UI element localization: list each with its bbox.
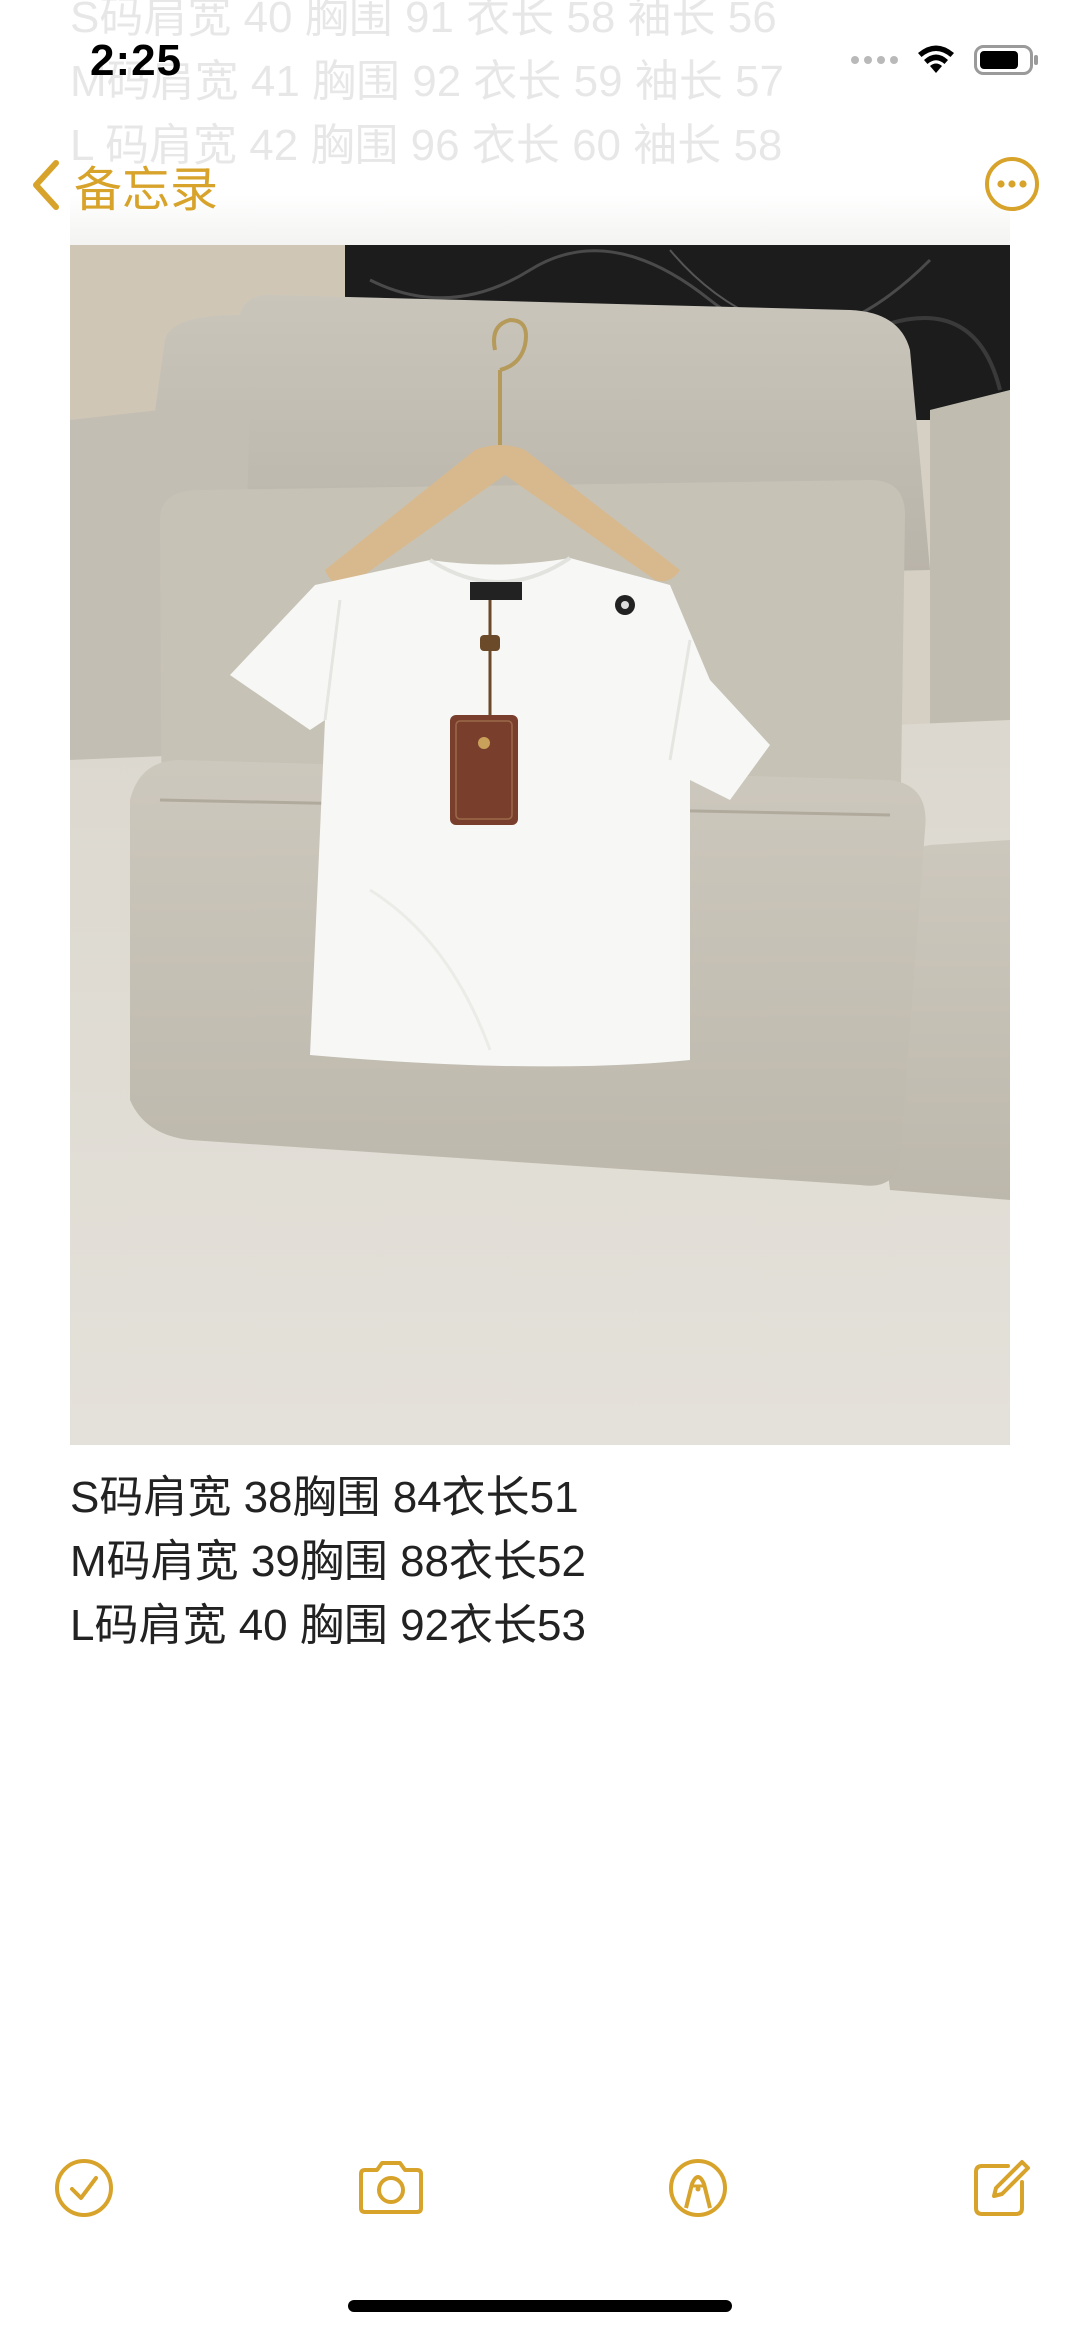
note-line-size-s: S码肩宽 38胸围 84衣长51: [70, 1473, 579, 1522]
attached-photo[interactable]: [70, 240, 1010, 1445]
back-button[interactable]: 备忘录: [30, 150, 218, 220]
cellular-signal-icon: [851, 56, 898, 64]
pen-tip-circle-icon[interactable]: [666, 2156, 730, 2220]
note-body-text[interactable]: S码肩宽 38胸围 84衣长51 M码肩宽 39胸围 88衣长52 L码肩宽 4…: [70, 1466, 586, 1658]
checkmark-circle-icon[interactable]: [52, 2156, 116, 2220]
bottom-toolbar: [0, 2150, 1080, 2230]
ellipsis-circle-icon[interactable]: [984, 156, 1040, 212]
chevron-left-icon: [33, 160, 59, 210]
camera-icon[interactable]: [355, 2156, 427, 2220]
wifi-icon: [918, 45, 954, 73]
note-line-size-l: L码肩宽 40 胸围 92衣长53: [70, 1601, 586, 1650]
status-bar: 2:25: [0, 0, 1080, 130]
note-line-size-m: M码肩宽 39胸围 88衣长52: [70, 1537, 586, 1586]
status-icons: [851, 44, 1040, 76]
back-button-label: 备忘录: [74, 164, 219, 217]
status-time: 2:25: [90, 36, 183, 85]
battery-icon: [974, 45, 1038, 75]
notes-screen: S码肩宽 40 胸围 91 衣长 58 袖长 56 M码肩宽 41 胸围 92 …: [0, 0, 1080, 2337]
compose-icon[interactable]: [968, 2156, 1032, 2220]
navigation-bar: 备忘录: [0, 140, 1080, 230]
home-indicator[interactable]: [348, 2300, 732, 2312]
